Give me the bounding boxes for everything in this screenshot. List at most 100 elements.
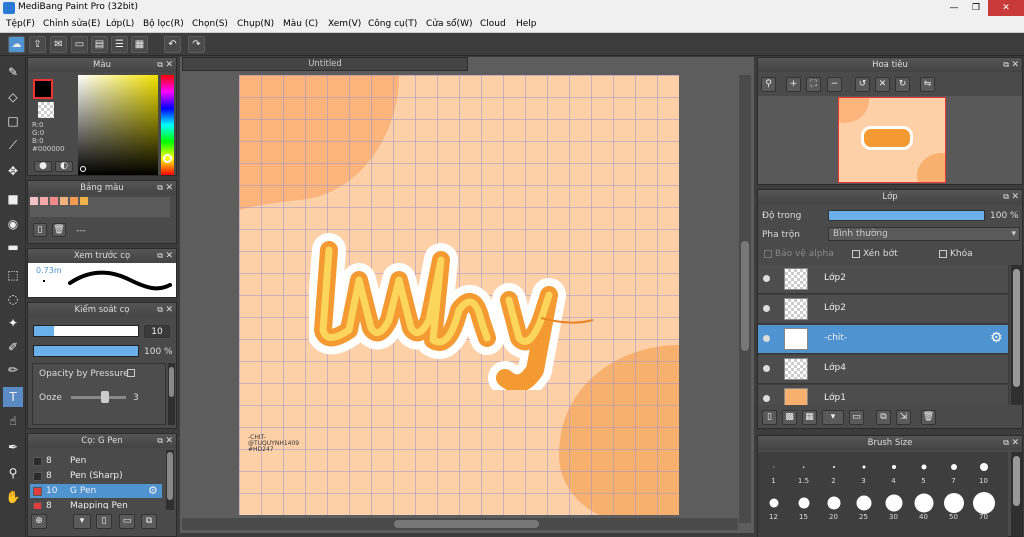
new-halftone-layer-icon[interactable]: ▦ [802, 410, 817, 425]
brush-size-option[interactable]: 10 [969, 454, 998, 485]
canvas-vertical-scrollbar[interactable] [739, 75, 751, 523]
close-button[interactable]: ✕ [988, 0, 1024, 16]
clipping-option[interactable]: Xén bớt [852, 249, 898, 259]
move-tool-icon[interactable]: ✥ [3, 161, 23, 181]
undock-icon[interactable]: ⧉ [157, 303, 163, 317]
brush-settings-scrollbar[interactable] [168, 363, 175, 425]
document-icon[interactable]: ▤ [91, 36, 108, 53]
menu-select[interactable]: Chọn(S) [192, 19, 228, 29]
brush-add-icon[interactable]: ▯ [96, 514, 112, 529]
eyedropper-tool-icon[interactable]: ⚲ [3, 463, 23, 483]
saturation-value-picker[interactable] [78, 75, 158, 175]
operation-tool-icon[interactable]: ☝ [3, 411, 23, 431]
menu-file[interactable]: Tệp(F) [6, 19, 35, 29]
fill-shape-tool-icon[interactable]: ■ [3, 189, 23, 209]
navigator-viewport[interactable] [838, 97, 946, 183]
brush-size-option[interactable]: 40 [909, 490, 938, 521]
brush-size-option[interactable]: 2 [819, 454, 848, 485]
brush-size-option[interactable]: 50 [939, 490, 968, 521]
menu-view[interactable]: Xem(V) [328, 19, 361, 29]
ooze-slider[interactable] [71, 396, 126, 399]
eye-icon[interactable] [763, 395, 770, 402]
menu-cloud[interactable]: Cloud [480, 19, 506, 29]
fit-icon[interactable]: ⛶ [806, 77, 821, 92]
select-rect-tool-icon[interactable]: ⬚ [3, 265, 23, 285]
brush-size-option[interactable]: 12 [759, 490, 788, 521]
layer-row-selected[interactable]: -chit- ⚙ [758, 325, 1008, 354]
swap-color-icon[interactable]: ● [34, 161, 52, 172]
layer-row[interactable]: Lớp2 [758, 265, 1008, 294]
undock-icon[interactable]: ⧉ [157, 249, 163, 263]
layer-add-menu-icon[interactable]: ▾ [822, 410, 844, 425]
close-panel-icon[interactable]: ✕ [165, 58, 173, 72]
palette-swatch[interactable] [40, 197, 48, 205]
new-color-layer-icon[interactable]: ▩ [782, 410, 797, 425]
pen-list-scrollbar[interactable] [166, 450, 174, 510]
bucket-tool-icon[interactable]: ◉ [3, 214, 23, 234]
maximize-button[interactable]: ❐ [965, 0, 987, 16]
brush-size-option[interactable]: 70 [969, 490, 998, 521]
blur-tool-icon[interactable]: ✒ [3, 437, 23, 457]
list-icon[interactable]: ☰ [111, 36, 128, 53]
page-icon[interactable]: ▭ [71, 36, 88, 53]
select-pen-tool-icon[interactable]: ✐ [3, 337, 23, 357]
zoom-icon[interactable]: ⚲ [761, 77, 776, 92]
close-panel-icon[interactable]: ✕ [165, 303, 173, 317]
brush-size-option[interactable]: 20 [819, 490, 848, 521]
lock-option[interactable]: Khóa [939, 249, 973, 259]
layer-row[interactable]: Lớp1 [758, 385, 1008, 405]
redo-icon[interactable]: ↷ [188, 36, 205, 53]
minimize-button[interactable]: — [943, 0, 965, 16]
eye-icon[interactable] [763, 275, 770, 282]
eraser-tool-icon[interactable]: ◇ [3, 87, 23, 107]
protect-alpha-checkbox[interactable] [764, 249, 772, 258]
hand-tool-icon[interactable]: ✋ [3, 487, 23, 507]
reset-rotation-icon[interactable]: ✕ [875, 77, 890, 92]
brush-size-option[interactable]: 15 [789, 490, 818, 521]
brush-tool-icon[interactable]: ✎ [3, 62, 23, 82]
merge-layer-icon[interactable]: ⇲ [896, 410, 911, 425]
hue-handle[interactable] [163, 154, 172, 163]
flip-icon[interactable]: ⇋ [920, 77, 935, 92]
layer-row[interactable]: Lớp2 [758, 295, 1008, 324]
pen-list-item-selected[interactable]: 10 G Pen ⚙ [30, 484, 162, 498]
gear-icon[interactable]: ⚙ [990, 330, 1003, 346]
lock-checkbox[interactable] [939, 249, 947, 258]
palette-swatch[interactable] [70, 197, 78, 205]
brush-folder-icon[interactable]: ▭ [119, 514, 135, 529]
delete-layer-icon[interactable]: 🗑 [921, 410, 936, 425]
brush-size-option[interactable]: 7 [939, 454, 968, 485]
lasso-tool-icon[interactable]: ◌ [3, 289, 23, 309]
close-panel-icon[interactable]: ✕ [1011, 58, 1019, 72]
opacity-pressure-checkbox[interactable] [127, 369, 135, 377]
brush-size-scrollbar[interactable] [1011, 452, 1022, 536]
blend-mode-select[interactable]: Bình thường ▾ [828, 227, 1020, 241]
duplicate-layer-icon[interactable]: ⧉ [876, 410, 891, 425]
brush-size-option[interactable]: 30 [879, 490, 908, 521]
brush-copy-icon[interactable]: ⧉ [141, 514, 157, 529]
undo-icon[interactable]: ↶ [164, 36, 181, 53]
gear-icon[interactable]: ⚙ [148, 484, 158, 498]
ooze-slider-handle[interactable] [101, 391, 109, 403]
grid-icon[interactable]: ▦ [131, 36, 148, 53]
palette-swatch[interactable] [60, 197, 68, 205]
layer-opacity-slider[interactable] [828, 210, 985, 221]
brush-size-option[interactable]: 1.5 [789, 454, 818, 485]
close-panel-icon[interactable]: ✕ [165, 249, 173, 263]
drawing-canvas[interactable]: -CHIT- @TUQUYNH1409 #HD247 [239, 75, 679, 515]
menu-capture[interactable]: Chụp(N) [237, 19, 274, 29]
palette-swatch[interactable] [80, 197, 88, 205]
transparent-color-icon[interactable]: ◐ [55, 161, 73, 172]
undock-icon[interactable]: ⧉ [157, 58, 163, 72]
brush-opacity-slider[interactable] [33, 345, 139, 357]
eye-icon[interactable] [763, 335, 770, 342]
foreground-color-swatch[interactable] [33, 79, 53, 99]
canvas-horizontal-scrollbar[interactable] [182, 518, 738, 530]
add-brush-icon[interactable]: ⊕ [31, 514, 47, 529]
background-color-swatch[interactable] [38, 102, 54, 118]
close-panel-icon[interactable]: ✕ [165, 434, 173, 448]
cloud-icon[interactable]: ☁ [8, 36, 25, 53]
line-tool-icon[interactable]: ⟋ [3, 135, 23, 155]
rotate-left-icon[interactable]: ↺ [855, 77, 870, 92]
new-palette-icon[interactable]: ▯ [33, 223, 47, 237]
